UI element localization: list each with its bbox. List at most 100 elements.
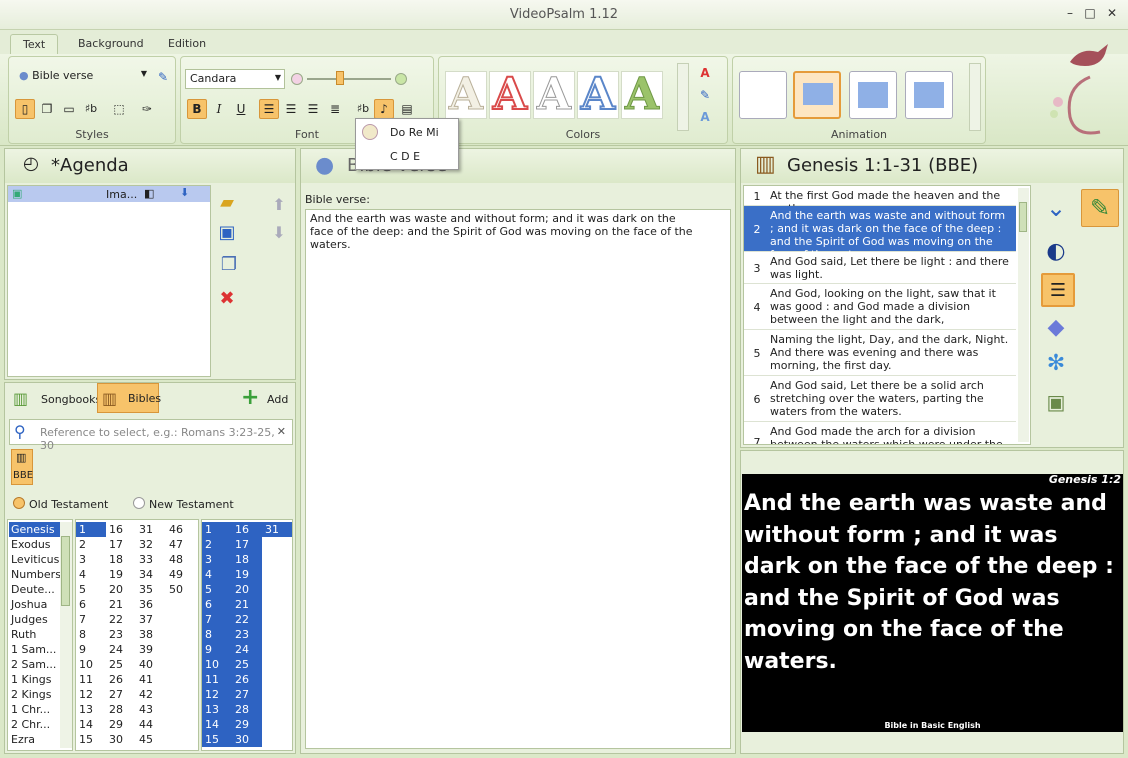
- justify-button[interactable]: ≣: [325, 99, 345, 119]
- chord-style-button[interactable]: ♯b: [81, 99, 101, 119]
- paste-style-button[interactable]: ▭: [59, 99, 79, 119]
- reference-search-field[interactable]: ⚲ Reference to select, e.g.: Romans 3:23…: [9, 419, 293, 452]
- verse-list[interactable]: 1 At the first God made the heaven and th…: [743, 185, 1031, 445]
- chapter-item[interactable]: 10: [76, 657, 106, 672]
- agenda-item[interactable]: ▣ Ima... ◧ ⬇: [8, 186, 210, 202]
- verse-number-item[interactable]: 13: [202, 702, 232, 717]
- animation-zoom-in[interactable]: [849, 71, 897, 119]
- verse-text-editor[interactable]: And the earth was waste and without form…: [305, 209, 731, 749]
- highlight-icon[interactable]: ✎: [695, 85, 715, 105]
- add-button[interactable]: + Add: [239, 385, 291, 413]
- verse-number-item[interactable]: 10: [202, 657, 232, 672]
- verse-row[interactable]: 5 Naming the light, Day, and the dark, Ni…: [744, 330, 1016, 376]
- slider-thumb[interactable]: [336, 71, 344, 85]
- select-icon[interactable]: ⬚: [109, 99, 129, 119]
- book-item[interactable]: Judges: [9, 612, 61, 627]
- move-up-icon[interactable]: ⬆: [269, 195, 289, 215]
- verse-number-item[interactable]: 11: [202, 672, 232, 687]
- font-size-slider[interactable]: [307, 78, 391, 80]
- chapter-item[interactable]: 28: [106, 702, 136, 717]
- chapter-item[interactable]: 4: [76, 567, 106, 582]
- maximize-button[interactable]: □: [1082, 6, 1098, 20]
- chapter-item[interactable]: 48: [166, 552, 196, 567]
- font-combo[interactable]: Candara ▼: [185, 69, 285, 89]
- chapter-item[interactable]: 23: [106, 627, 136, 642]
- verse-row[interactable]: 7 And God made the arch for a division be…: [744, 422, 1016, 444]
- verse-number-item[interactable]: 8: [202, 627, 232, 642]
- chapter-item[interactable]: 49: [166, 567, 196, 582]
- book-item[interactable]: Deute...: [9, 582, 61, 597]
- book-item[interactable]: 2 Sam...: [9, 657, 61, 672]
- verse-number-item[interactable]: 16: [232, 522, 262, 537]
- chapter-item[interactable]: 15: [76, 732, 106, 747]
- verse-number-item[interactable]: 23: [232, 627, 262, 642]
- verse-number-item[interactable]: 14: [202, 717, 232, 732]
- verses-grid[interactable]: 1 2 3 4 5 6 7 8 9 10 11 12 13 14 15 16 17 18 19 20 21 22 23 24 2…: [201, 519, 293, 751]
- chapter-item[interactable]: 42: [136, 687, 166, 702]
- chapter-item[interactable]: 16: [106, 522, 136, 537]
- chapter-item[interactable]: 17: [106, 537, 136, 552]
- tab-background[interactable]: Background: [66, 34, 156, 54]
- verse-row[interactable]: 4 And God, looking on the light, saw that…: [744, 284, 1016, 330]
- book-item[interactable]: Leviticus: [9, 552, 61, 567]
- old-testament-radio[interactable]: Old Testament: [9, 493, 129, 517]
- chapters-grid[interactable]: 1 2 3 4 5 6 7 8 9 10 11 12 13 14 15 16 17 18 19 20 21 22 23 24 2…: [75, 519, 199, 751]
- book-item[interactable]: 2 Chr...: [9, 717, 61, 732]
- chapter-item[interactable]: 47: [166, 537, 196, 552]
- chapter-item[interactable]: 11: [76, 672, 106, 687]
- brush-icon[interactable]: ✑: [137, 99, 157, 119]
- verse-number-item[interactable]: 30: [232, 732, 262, 747]
- animation-fade[interactable]: [793, 71, 841, 119]
- verse-list-scrollbar[interactable]: [1018, 188, 1029, 442]
- verse-number-item[interactable]: 15: [202, 732, 232, 747]
- align-center-button[interactable]: ☰: [281, 99, 301, 119]
- moon-icon[interactable]: ◐: [1041, 237, 1071, 267]
- chapter-item[interactable]: 43: [136, 702, 166, 717]
- close-button[interactable]: ✕: [1104, 6, 1120, 20]
- songbooks-tab[interactable]: ▥ Songbooks: [11, 385, 101, 413]
- chapter-item[interactable]: 29: [106, 717, 136, 732]
- style-combo[interactable]: ● Bible verse ▼: [15, 67, 149, 87]
- book-item[interactable]: 2 Kings: [9, 687, 61, 702]
- book-item[interactable]: Ruth: [9, 627, 61, 642]
- text-style-blue-outline[interactable]: A: [577, 71, 619, 119]
- verse-number-item[interactable]: 5: [202, 582, 232, 597]
- chapter-item[interactable]: 25: [106, 657, 136, 672]
- verse-number-item[interactable]: 19: [232, 567, 262, 582]
- books-scrollbar[interactable]: [60, 522, 72, 748]
- chapter-item[interactable]: 5: [76, 582, 106, 597]
- verse-number-item[interactable]: 1: [202, 522, 232, 537]
- chapter-item[interactable]: 50: [166, 582, 196, 597]
- verse-number-item[interactable]: 31: [262, 522, 292, 537]
- chapter-item[interactable]: 6: [76, 597, 106, 612]
- chapter-item[interactable]: 46: [166, 522, 196, 537]
- chapter-item[interactable]: 9: [76, 642, 106, 657]
- shield-icon[interactable]: ◆: [1041, 313, 1071, 343]
- text-style-green[interactable]: A: [621, 71, 663, 119]
- animation-zoom-out[interactable]: [905, 71, 953, 119]
- chevron-down-icon[interactable]: ⌄: [1041, 193, 1071, 223]
- chapter-item[interactable]: 37: [136, 612, 166, 627]
- presentation-icon[interactable]: ▣: [1041, 387, 1071, 417]
- verse-row[interactable]: 1 At the first God made the heaven and th…: [744, 186, 1016, 215]
- verse-number-item[interactable]: 4: [202, 567, 232, 582]
- save-icon[interactable]: ▣: [217, 223, 237, 243]
- verse-number-item[interactable]: 21: [232, 597, 262, 612]
- book-item[interactable]: Genesis: [9, 522, 61, 537]
- verse-row[interactable]: 3 And God said, Let there be light : and …: [744, 252, 1016, 284]
- styles-scrollbar[interactable]: [677, 63, 689, 131]
- chapter-item[interactable]: 14: [76, 717, 106, 732]
- verse-number-item[interactable]: 17: [232, 537, 262, 552]
- page-style-button[interactable]: ▯: [15, 99, 35, 119]
- verse-editor-text[interactable]: And the earth was waste and without form…: [310, 212, 700, 251]
- chapter-item[interactable]: 31: [136, 522, 166, 537]
- editor-scrollbar[interactable]: [716, 212, 726, 744]
- verse-number-item[interactable]: 26: [232, 672, 262, 687]
- search-input[interactable]: Reference to select, e.g.: Romans 3:23-2…: [40, 426, 292, 452]
- tab-text[interactable]: Text: [10, 34, 59, 54]
- chapter-item[interactable]: 8: [76, 627, 106, 642]
- book-item[interactable]: 1 Chr...: [9, 702, 61, 717]
- text-style-red-outline[interactable]: A: [489, 71, 531, 119]
- books-list[interactable]: Genesis Exodus Leviticus Numbers Deute... Jos…: [7, 519, 73, 751]
- zoom-in-icon[interactable]: [395, 73, 407, 85]
